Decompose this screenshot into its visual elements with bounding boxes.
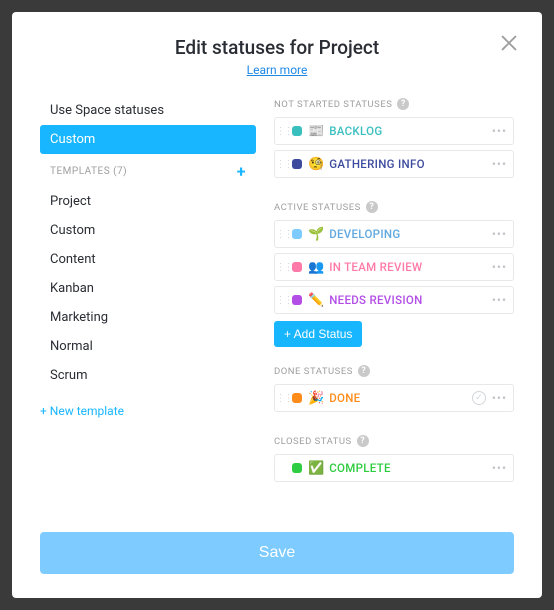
status-row-actions: ••• bbox=[492, 461, 513, 475]
status-emoji: 🌱 bbox=[308, 227, 324, 242]
drag-handle-icon[interactable] bbox=[275, 126, 289, 137]
add-status-button[interactable]: + Add Status bbox=[274, 321, 362, 347]
ellipsis-icon[interactable]: ••• bbox=[492, 227, 507, 241]
help-icon[interactable]: ? bbox=[358, 365, 370, 377]
template-item[interactable]: Custom bbox=[40, 216, 256, 245]
status-row[interactable]: 🌱 DEVELOPING••• bbox=[274, 220, 514, 248]
closed-list: ✅ COMPLETE••• bbox=[274, 454, 514, 482]
status-row[interactable]: 📰 BACKLOG••• bbox=[274, 117, 514, 145]
close-icon[interactable] bbox=[498, 32, 520, 54]
status-label[interactable]: BACKLOG bbox=[329, 124, 492, 138]
template-item[interactable]: Scrum bbox=[40, 361, 256, 390]
learn-more-link[interactable]: Learn more bbox=[247, 63, 308, 77]
ellipsis-icon[interactable]: ••• bbox=[492, 461, 507, 475]
status-color-chip[interactable] bbox=[292, 393, 302, 403]
status-label[interactable]: IN TEAM REVIEW bbox=[329, 260, 492, 274]
templates-header: TEMPLATES (7) + bbox=[40, 154, 256, 187]
status-row-actions: ✓ ••• bbox=[472, 391, 513, 405]
sidebar: Use Space statuses Custom TEMPLATES (7) … bbox=[40, 96, 256, 514]
templates-label: TEMPLATES (7) bbox=[50, 166, 127, 177]
ellipsis-icon[interactable]: ••• bbox=[492, 124, 507, 138]
modal-body: Use Space statuses Custom TEMPLATES (7) … bbox=[40, 96, 514, 514]
drag-handle-icon[interactable] bbox=[275, 262, 289, 273]
active-label: ACTIVE STATUSES bbox=[274, 202, 361, 213]
status-color-chip[interactable] bbox=[292, 262, 302, 272]
template-item[interactable]: Normal bbox=[40, 332, 256, 361]
status-color-chip[interactable] bbox=[292, 159, 302, 169]
done-list: 🎉 DONE✓ ••• bbox=[274, 384, 514, 412]
ellipsis-icon[interactable]: ••• bbox=[492, 260, 507, 274]
status-label[interactable]: NEEDS REVISION bbox=[329, 293, 492, 307]
status-emoji: ✏️ bbox=[308, 293, 324, 308]
status-row-actions: ••• bbox=[492, 157, 513, 171]
template-item[interactable]: Kanban bbox=[40, 274, 256, 303]
status-label[interactable]: GATHERING INFO bbox=[329, 157, 492, 171]
done-header: DONE STATUSES ? bbox=[274, 365, 514, 377]
status-emoji: 📰 bbox=[308, 124, 324, 139]
active-list: 🌱DEVELOPING•••👥IN TEAM REVIEW•••✏️NEEDS … bbox=[274, 220, 514, 314]
modal-header: Edit statuses for Project Learn more bbox=[40, 36, 514, 78]
template-item[interactable]: Marketing bbox=[40, 303, 256, 332]
status-row[interactable]: ✏️ NEEDS REVISION••• bbox=[274, 286, 514, 314]
status-color-chip[interactable] bbox=[292, 229, 302, 239]
done-label: DONE STATUSES bbox=[274, 366, 353, 377]
drag-handle-icon[interactable] bbox=[275, 159, 289, 170]
ellipsis-icon[interactable]: ••• bbox=[492, 157, 507, 171]
edit-statuses-modal: Edit statuses for Project Learn more Use… bbox=[12, 12, 542, 598]
closed-header: CLOSED STATUS ? bbox=[274, 435, 514, 447]
help-icon[interactable]: ? bbox=[366, 201, 378, 213]
active-header: ACTIVE STATUSES ? bbox=[274, 201, 514, 213]
help-icon[interactable]: ? bbox=[357, 435, 369, 447]
drag-handle-icon[interactable] bbox=[275, 295, 289, 306]
status-emoji: 🎉 bbox=[308, 391, 324, 406]
status-label[interactable]: COMPLETE bbox=[329, 461, 492, 475]
add-template-icon[interactable]: + bbox=[237, 162, 246, 181]
closed-label: CLOSED STATUS bbox=[274, 436, 352, 447]
template-item[interactable]: Content bbox=[40, 245, 256, 274]
new-template-link[interactable]: + New template bbox=[40, 390, 256, 418]
template-item[interactable]: Project bbox=[40, 187, 256, 216]
ellipsis-icon[interactable]: ••• bbox=[492, 293, 507, 307]
status-row[interactable]: 🧐 GATHERING INFO••• bbox=[274, 150, 514, 178]
status-color-chip[interactable] bbox=[292, 463, 302, 473]
check-circle-icon[interactable]: ✓ bbox=[472, 391, 486, 405]
not-started-header: NOT STARTED STATUSES ? bbox=[274, 98, 514, 110]
status-emoji: 🧐 bbox=[308, 157, 324, 172]
ellipsis-icon[interactable]: ••• bbox=[492, 391, 507, 405]
status-label[interactable]: DONE bbox=[329, 391, 472, 405]
save-button[interactable]: Save bbox=[40, 532, 514, 574]
not-started-label: NOT STARTED STATUSES bbox=[274, 99, 392, 110]
status-row[interactable]: 🎉 DONE✓ ••• bbox=[274, 384, 514, 412]
drag-handle-icon[interactable] bbox=[275, 393, 289, 404]
status-emoji: 👥 bbox=[308, 260, 324, 275]
not-started-list: 📰BACKLOG•••🧐GATHERING INFO••• bbox=[274, 117, 514, 178]
status-row-actions: ••• bbox=[492, 260, 513, 274]
status-panel: NOT STARTED STATUSES ? 📰BACKLOG•••🧐GATHE… bbox=[274, 96, 514, 514]
sidebar-item-custom[interactable]: Custom bbox=[40, 125, 256, 154]
status-row-actions: ••• bbox=[492, 124, 513, 138]
template-list: ProjectCustomContentKanbanMarketingNorma… bbox=[40, 187, 256, 390]
status-color-chip[interactable] bbox=[292, 295, 302, 305]
status-row[interactable]: 👥 IN TEAM REVIEW••• bbox=[274, 253, 514, 281]
status-label[interactable]: DEVELOPING bbox=[329, 227, 492, 241]
status-row-actions: ••• bbox=[492, 227, 513, 241]
status-row-actions: ••• bbox=[492, 293, 513, 307]
status-color-chip[interactable] bbox=[292, 126, 302, 136]
modal-title: Edit statuses for Project bbox=[40, 36, 514, 59]
drag-handle-icon[interactable] bbox=[275, 229, 289, 240]
help-icon[interactable]: ? bbox=[397, 98, 409, 110]
status-row[interactable]: ✅ COMPLETE••• bbox=[274, 454, 514, 482]
status-emoji: ✅ bbox=[308, 461, 324, 476]
sidebar-item-use-space[interactable]: Use Space statuses bbox=[40, 96, 256, 125]
